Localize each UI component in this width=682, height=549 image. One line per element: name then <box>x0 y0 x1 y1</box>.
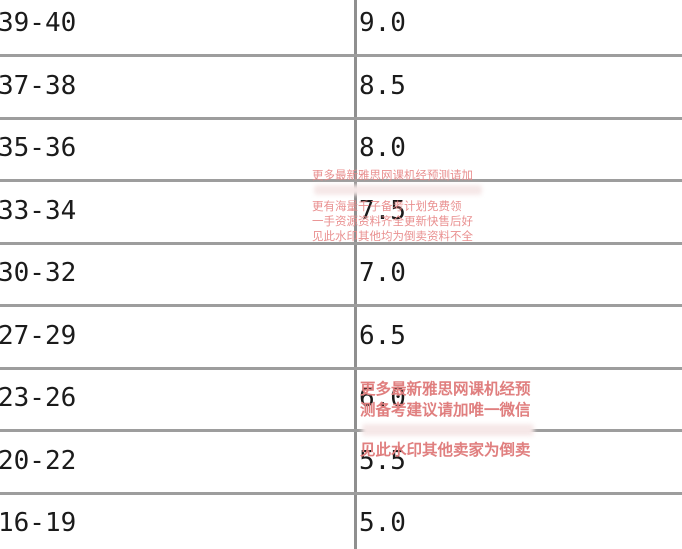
raw-score-cell: 20-22 <box>0 446 77 476</box>
raw-score-cell: 33-34 <box>0 196 77 226</box>
band-score-cell: 8.0 <box>359 133 406 163</box>
row-divider <box>0 54 682 57</box>
watermark-text: 见此水印其他均为倒卖资料不全 <box>312 229 473 243</box>
watermark-redaction <box>362 424 534 436</box>
watermark-text: 见此水印其他卖家为倒卖 <box>360 441 531 459</box>
raw-score-cell: 39-40 <box>0 8 77 38</box>
row-divider <box>0 304 682 307</box>
column-divider <box>354 0 357 549</box>
row-divider <box>0 429 682 432</box>
watermark-text: 一手资源资料齐全更新快售后好 <box>312 214 473 228</box>
row-divider <box>0 492 682 495</box>
watermark-text: 测备考建议请加唯一微信 <box>360 401 531 419</box>
watermark-text: 更多最新雅思网课机经预测请加 <box>312 168 473 182</box>
watermark-redaction <box>314 185 482 195</box>
raw-score-cell: 23-26 <box>0 383 77 413</box>
raw-score-cell: 37-38 <box>0 71 77 101</box>
raw-score-cell: 35-36 <box>0 133 77 163</box>
watermark-text: 更多最新雅思网课机经预 <box>360 380 531 398</box>
raw-score-cell: 16-19 <box>0 508 77 538</box>
watermark-text: 更有海量千子备考计划免费领 <box>312 199 462 213</box>
band-score-cell: 6.5 <box>359 321 406 351</box>
band-score-cell: 8.5 <box>359 71 406 101</box>
score-conversion-table: 39-40 9.0 37-38 8.5 35-36 8.0 33-34 7.5 … <box>0 0 682 549</box>
raw-score-cell: 27-29 <box>0 321 77 351</box>
raw-score-cell: 30-32 <box>0 258 77 288</box>
band-score-cell: 5.0 <box>359 508 406 538</box>
row-divider <box>0 367 682 370</box>
band-score-cell: 9.0 <box>359 8 406 38</box>
row-divider <box>0 117 682 120</box>
band-score-cell: 7.0 <box>359 258 406 288</box>
